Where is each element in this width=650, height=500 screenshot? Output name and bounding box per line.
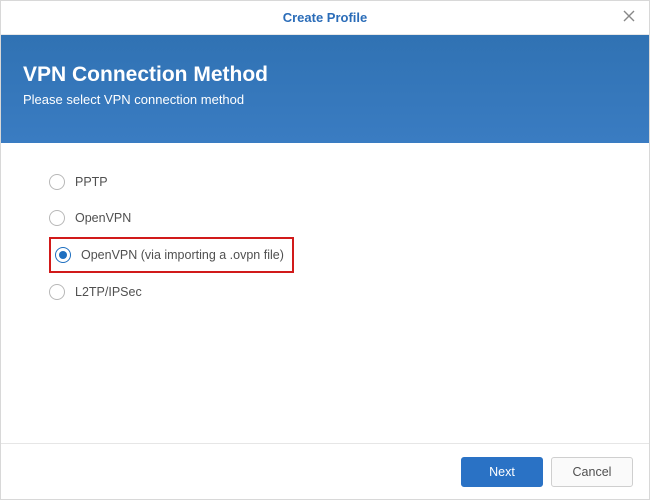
close-button[interactable] <box>609 1 649 35</box>
radio-icon <box>55 247 71 263</box>
radio-option-openvpn-import[interactable]: OpenVPN (via importing a .ovpn file) <box>49 237 294 273</box>
radio-option-l2tp[interactable]: L2TP/IPSec <box>49 275 601 309</box>
header-banner: VPN Connection Method Please select VPN … <box>1 35 649 143</box>
page-subtitle: Please select VPN connection method <box>23 92 627 107</box>
radio-option-openvpn[interactable]: OpenVPN <box>49 201 601 235</box>
radio-icon <box>49 210 65 226</box>
radio-label: L2TP/IPSec <box>75 285 142 299</box>
radio-icon <box>49 174 65 190</box>
close-icon <box>623 9 635 27</box>
radio-label: OpenVPN <box>75 211 131 225</box>
page-title: VPN Connection Method <box>23 63 627 87</box>
radio-option-pptp[interactable]: PPTP <box>49 165 601 199</box>
radio-icon <box>49 284 65 300</box>
cancel-button[interactable]: Cancel <box>551 457 633 487</box>
footer: Next Cancel <box>1 443 649 499</box>
radio-label: OpenVPN (via importing a .ovpn file) <box>81 248 284 262</box>
next-button[interactable]: Next <box>461 457 543 487</box>
button-label: Cancel <box>573 465 612 479</box>
titlebar-title: Create Profile <box>283 10 368 25</box>
dialog-window: Create Profile VPN Connection Method Ple… <box>0 0 650 500</box>
content-area: PPTP OpenVPN OpenVPN (via importing a .o… <box>1 143 649 333</box>
radio-label: PPTP <box>75 175 108 189</box>
titlebar: Create Profile <box>1 1 649 35</box>
button-label: Next <box>489 465 515 479</box>
